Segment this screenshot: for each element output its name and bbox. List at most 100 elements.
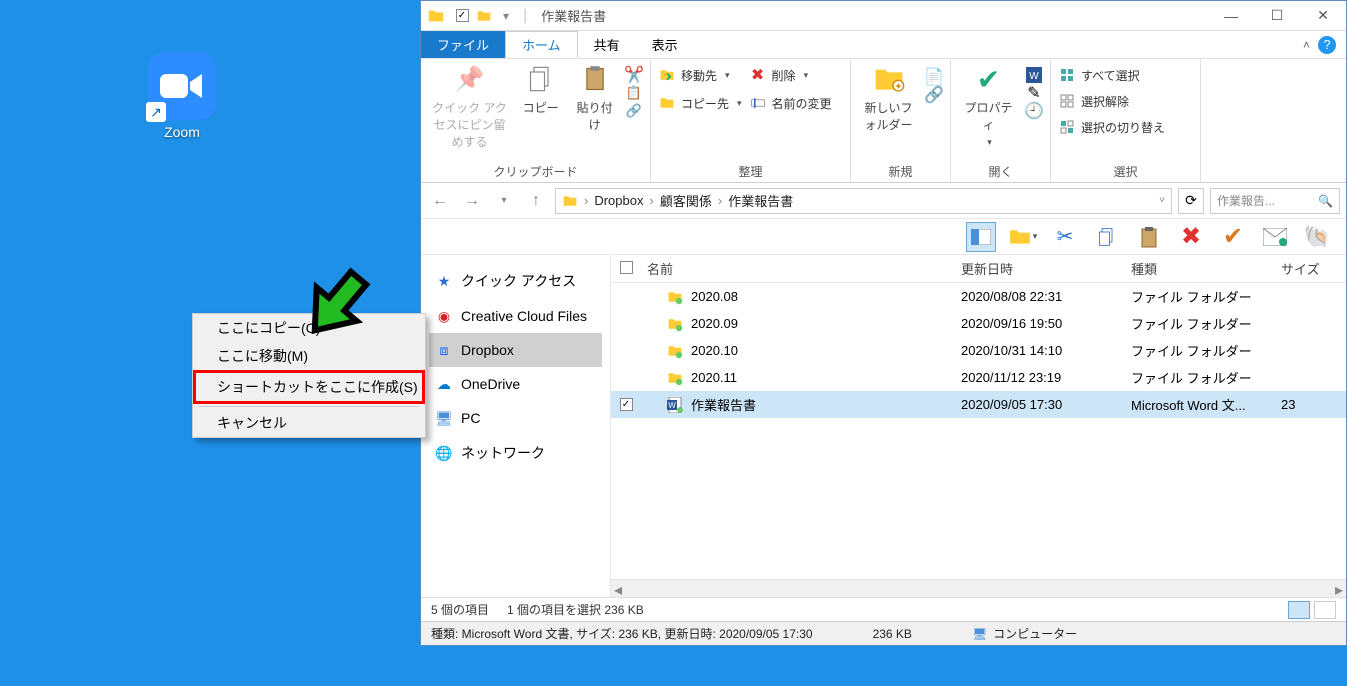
- breadcrumb-0[interactable]: Dropbox: [594, 193, 643, 208]
- close-button[interactable]: ✕: [1300, 1, 1346, 31]
- row-checkbox[interactable]: ✓: [620, 398, 633, 411]
- breadcrumb-2[interactable]: 作業報告書: [728, 191, 793, 210]
- copy-path-icon[interactable]: 📋: [626, 85, 642, 101]
- status-selection: 1 個の項目を選択 236 KB: [507, 601, 644, 618]
- move-to-icon: [659, 67, 675, 83]
- refresh-button[interactable]: ⟳: [1178, 188, 1204, 214]
- file-row[interactable]: 2020.092020/09/16 19:50ファイル フォルダー: [611, 310, 1346, 337]
- context-menu-create-shortcut-here[interactable]: ショートカットをここに作成(S): [193, 370, 425, 404]
- rename-button[interactable]: 名前の変更: [750, 91, 832, 115]
- qat-dropdown-icon[interactable]: ▾: [497, 7, 515, 25]
- navtree-creative-cloud[interactable]: ◉ Creative Cloud Files: [429, 299, 602, 333]
- nav-back-button[interactable]: ←: [427, 188, 453, 214]
- address-dropdown-icon[interactable]: ˅: [1159, 195, 1165, 206]
- navigation-row: ← → ▾ ↑ › Dropbox › 顧客関係 › 作業報告書 ˅ ⟳ 作業報…: [421, 183, 1346, 219]
- select-none-button[interactable]: 選択解除: [1059, 89, 1165, 113]
- file-type: ファイル フォルダー: [1131, 368, 1281, 387]
- desktop-icon-zoom[interactable]: ↗ Zoom: [138, 52, 226, 140]
- qat-folder-icon[interactable]: [475, 7, 493, 25]
- breadcrumb-1[interactable]: 顧客関係: [660, 191, 712, 210]
- search-input[interactable]: 作業報告... 🔍: [1210, 188, 1340, 214]
- move-to-button[interactable]: 移動先▾: [659, 63, 742, 87]
- desktop-icon-label: Zoom: [138, 124, 226, 140]
- tab-view[interactable]: 表示: [636, 31, 694, 58]
- navtree-dropbox[interactable]: ⧈ Dropbox: [429, 333, 602, 367]
- file-type: ファイル フォルダー: [1131, 287, 1281, 306]
- copy-button[interactable]: コピー: [518, 63, 563, 116]
- toolbar-mail-icon[interactable]: [1260, 222, 1290, 252]
- header-checkbox[interactable]: [620, 261, 633, 274]
- edit-icon[interactable]: ✎: [1026, 85, 1042, 101]
- new-folder-button[interactable]: ✦ 新しいフォルダー: [859, 63, 918, 133]
- file-row[interactable]: 2020.102020/10/31 14:10ファイル フォルダー: [611, 337, 1346, 364]
- tab-home[interactable]: ホーム: [505, 31, 578, 58]
- file-row[interactable]: 2020.112020/11/12 23:19ファイル フォルダー: [611, 364, 1346, 391]
- pc-icon: 🖥: [435, 409, 453, 427]
- details-location: コンピューター: [993, 625, 1077, 642]
- file-name: 作業報告書: [691, 395, 756, 414]
- list-header: 名前 更新日時 種類 サイズ: [611, 255, 1346, 283]
- cut-icon[interactable]: ✂️: [626, 67, 642, 83]
- navtree-network[interactable]: 🌐 ネットワーク: [429, 435, 602, 471]
- address-bar[interactable]: › Dropbox › 顧客関係 › 作業報告書 ˅: [555, 188, 1172, 214]
- file-size: 23: [1281, 397, 1346, 412]
- column-header-size[interactable]: サイズ: [1281, 259, 1346, 278]
- navtree-quick-access[interactable]: ★ クイック アクセス: [429, 263, 602, 299]
- properties-button[interactable]: ✔ プロパティ ▾: [959, 63, 1018, 148]
- toolbar-clipboard-icon[interactable]: [1134, 222, 1164, 252]
- toolbar-check-icon[interactable]: ✔: [1218, 222, 1248, 252]
- toolbar-shell-icon[interactable]: 🐚: [1302, 222, 1332, 252]
- history-icon[interactable]: 🕘: [1026, 103, 1042, 119]
- view-details-button[interactable]: [1288, 601, 1310, 619]
- help-icon[interactable]: ?: [1318, 36, 1336, 54]
- horizontal-scrollbar[interactable]: ◂ ▸: [611, 579, 1346, 597]
- delete-button[interactable]: ✖ 削除▾: [750, 63, 832, 87]
- navtree-onedrive[interactable]: ☁ OneDrive: [429, 367, 602, 401]
- column-header-date[interactable]: 更新日時: [961, 259, 1131, 278]
- paste-button[interactable]: 貼り付け: [571, 63, 618, 133]
- toolbar-copy-icon[interactable]: [1092, 222, 1122, 252]
- column-header-name[interactable]: 名前: [641, 259, 961, 278]
- invert-selection-button[interactable]: 選択の切り替え: [1059, 115, 1165, 139]
- properties-icon: ✔: [973, 63, 1005, 95]
- context-menu-cancel[interactable]: キャンセル: [193, 409, 425, 437]
- custom-toolbar: ▾ ✂ ✖ ✔ 🐚: [421, 219, 1346, 255]
- ribbon: 📌 クイック アクセスにピン留めする コピー 貼り付け ✂️: [421, 59, 1346, 183]
- nav-recent-button[interactable]: ▾: [491, 188, 517, 214]
- copy-to-button[interactable]: コピー先▾: [659, 91, 742, 115]
- file-type: ファイル フォルダー: [1131, 341, 1281, 360]
- tab-file[interactable]: ファイル: [421, 31, 505, 58]
- file-type-icon: [667, 370, 683, 386]
- open-word-icon[interactable]: W: [1026, 67, 1042, 83]
- nav-up-button[interactable]: ↑: [523, 188, 549, 214]
- easy-access-icon[interactable]: 🔗: [926, 87, 942, 103]
- ribbon-collapse-icon[interactable]: ˄: [1303, 38, 1310, 52]
- column-header-type[interactable]: 種類: [1131, 259, 1281, 278]
- new-item-icon[interactable]: 📄: [926, 69, 942, 85]
- file-row[interactable]: ✓W作業報告書2020/09/05 17:30Microsoft Word 文.…: [611, 391, 1346, 418]
- toolbar-pane-icon[interactable]: [966, 222, 996, 252]
- star-icon: ★: [435, 272, 453, 290]
- file-explorer-window: ✓ ▾ | 作業報告書 — ☐ ✕ ファイル ホーム 共有 表示 ˄ ?: [420, 0, 1347, 646]
- delete-icon: ✖: [750, 67, 766, 83]
- invert-selection-icon: [1059, 119, 1075, 135]
- maximize-button[interactable]: ☐: [1254, 1, 1300, 31]
- view-large-icons-button[interactable]: [1314, 601, 1336, 619]
- tab-share[interactable]: 共有: [578, 31, 636, 58]
- folder-icon: [427, 7, 445, 25]
- toolbar-scissors-icon[interactable]: ✂: [1050, 222, 1080, 252]
- file-name: 2020.08: [691, 289, 738, 304]
- window-title: 作業報告書: [541, 6, 606, 25]
- minimize-button[interactable]: —: [1208, 1, 1254, 31]
- toolbar-delete-icon[interactable]: ✖: [1176, 222, 1206, 252]
- qat-checkbox-icon[interactable]: ✓: [453, 7, 471, 25]
- status-item-count: 5 個の項目: [431, 601, 489, 618]
- nav-forward-button[interactable]: →: [459, 188, 485, 214]
- file-row[interactable]: 2020.082020/08/08 22:31ファイル フォルダー: [611, 283, 1346, 310]
- file-type-icon: [667, 316, 683, 332]
- annotation-arrow: [296, 260, 376, 350]
- navtree-pc[interactable]: 🖥 PC: [429, 401, 602, 435]
- select-all-button[interactable]: すべて選択: [1059, 63, 1165, 87]
- paste-shortcut-icon[interactable]: 🔗: [626, 103, 642, 119]
- toolbar-folder-icon[interactable]: ▾: [1008, 222, 1038, 252]
